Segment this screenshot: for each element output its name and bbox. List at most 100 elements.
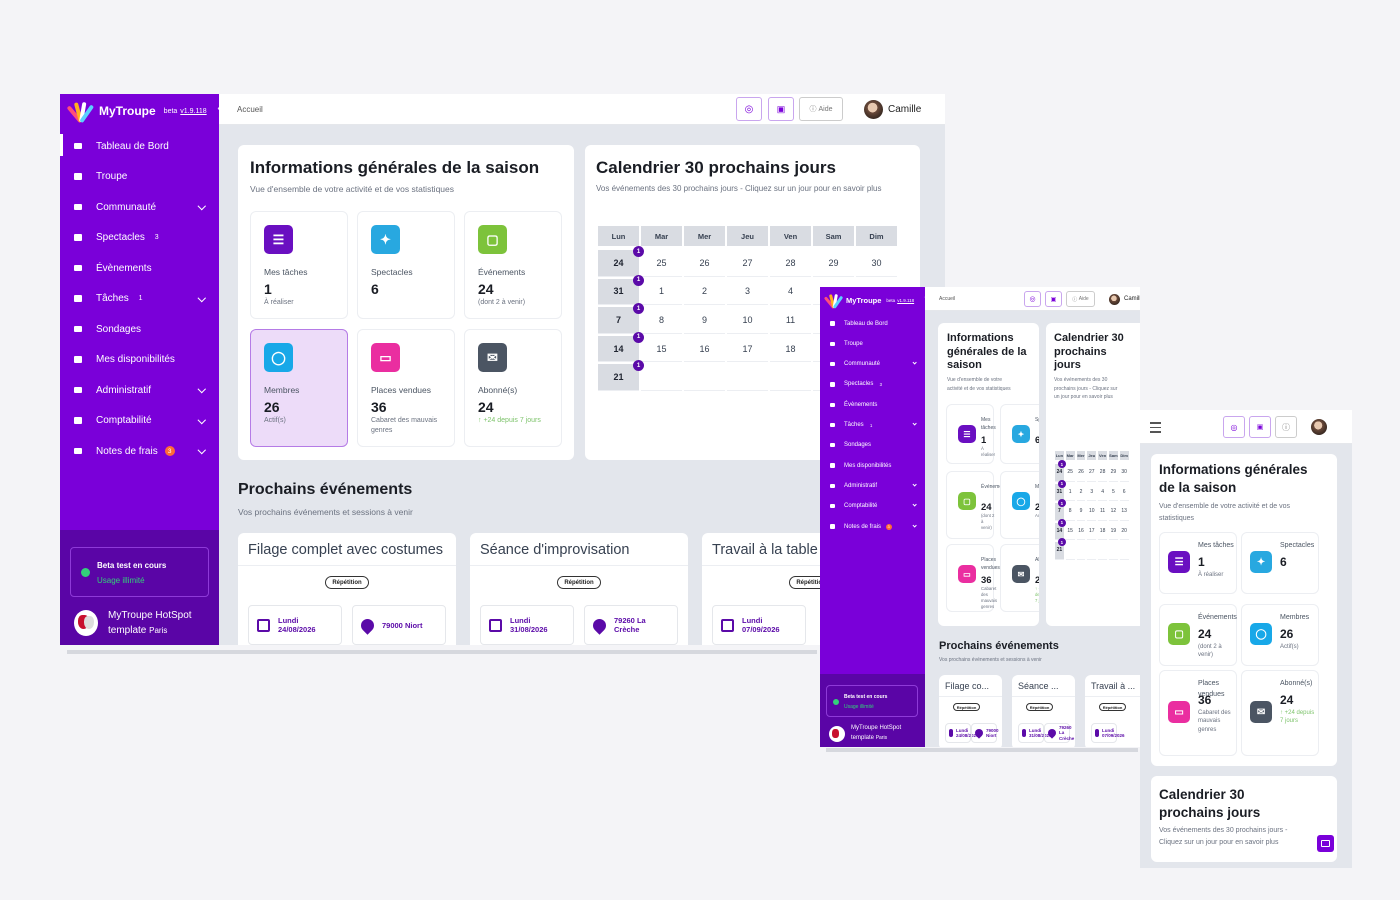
- calendar-day[interactable]: 18: [1098, 523, 1107, 540]
- sidebar-item-2[interactable]: Communauté: [830, 359, 917, 370]
- breadcrumb[interactable]: Accueil: [237, 105, 263, 114]
- calendar-day[interactable]: 19: [1109, 523, 1118, 540]
- sidebar-item-5[interactable]: Tâches 1: [830, 420, 917, 431]
- calendar-day[interactable]: 27: [727, 250, 768, 277]
- calendar-day[interactable]: 10: [1087, 503, 1097, 521]
- event-card[interactable]: Travail à ... Répétition Lundi 07/09/2026: [1085, 675, 1140, 747]
- sidebar-item-2[interactable]: Communauté: [74, 199, 206, 215]
- user-name[interactable]: Camille: [1124, 296, 1140, 302]
- calendar-day[interactable]: 2: [1076, 484, 1086, 501]
- event-card[interactable]: Séance d'improvisation Répétition Lundi 3…: [470, 533, 688, 645]
- help-button[interactable]: ⓘ Aide: [799, 97, 843, 121]
- calendar-day[interactable]: 28: [770, 250, 811, 277]
- calendar-day[interactable]: 10: [727, 307, 768, 334]
- sidebar-item-3[interactable]: Spectacles 3: [74, 230, 204, 246]
- sidebar-item-8[interactable]: Administratif: [74, 382, 206, 398]
- message-button[interactable]: [1317, 835, 1334, 852]
- calendar-day[interactable]: 20: [1119, 523, 1129, 540]
- stat-card-0[interactable]: ☰ Mes tâches 1 À réaliser: [946, 404, 996, 464]
- calendar-day[interactable]: 1: [1065, 484, 1075, 501]
- stat-card-2[interactable]: ▢ Événements 24 (dont 2 à venir): [946, 471, 1009, 539]
- calendar-day[interactable]: 5: [1109, 484, 1118, 501]
- version-link[interactable]: v1.9.118: [180, 108, 206, 115]
- stat-card-1[interactable]: ✦ Spectacles 6: [1000, 404, 1039, 464]
- stat-card-4[interactable]: ▭ Places vendues 36 Cabaret des mauvais …: [946, 544, 1000, 612]
- globe-icon[interactable]: ◎: [736, 97, 762, 121]
- sidebar-item-8[interactable]: Administratif: [830, 480, 917, 491]
- globe-icon[interactable]: ◎: [1223, 416, 1245, 438]
- calendar-day[interactable]: 30: [1119, 464, 1129, 482]
- calendar-day[interactable]: 15: [1065, 523, 1075, 540]
- calendar-day[interactable]: 26: [684, 250, 725, 277]
- calendar-day[interactable]: 11: [770, 307, 811, 334]
- calendar-day[interactable]: 29: [1109, 464, 1118, 482]
- sidebar-item-10[interactable]: Notes de frais 3: [830, 521, 917, 532]
- event-card[interactable]: Séance ... Répétition Lundi 31/08/2026 79…: [1012, 675, 1075, 747]
- version-link[interactable]: v1.9.118: [897, 298, 914, 303]
- sidebar-item-1[interactable]: Troupe: [830, 338, 916, 349]
- stat-card-3[interactable]: ◯ Membres 26 Actif(s): [1241, 604, 1319, 666]
- stat-card-3[interactable]: ◯ Membres 26 Actif(s): [250, 329, 348, 447]
- calendar-day[interactable]: 13: [1119, 503, 1129, 521]
- calendar-day[interactable]: 4: [770, 279, 811, 306]
- chevron-down-icon[interactable]: [197, 415, 206, 424]
- sidebar-item-10[interactable]: Notes de frais 3: [74, 443, 206, 459]
- event-card[interactable]: Filage co... Répétition Lundi 24/08/2026 …: [939, 675, 1002, 747]
- calendar-day[interactable]: [770, 364, 811, 391]
- sidebar-item-3[interactable]: Spectacles 3: [830, 379, 916, 390]
- calendar-day[interactable]: 2: [684, 279, 725, 306]
- calendar-day[interactable]: 28: [1098, 464, 1107, 482]
- stat-card-2[interactable]: ▢ Événements 24 (dont 2 à venir): [464, 211, 562, 319]
- sidebar-item-0[interactable]: Tableau de Bord: [74, 138, 204, 154]
- menu-icon[interactable]: [1150, 422, 1161, 436]
- calendar-day[interactable]: 12: [1109, 503, 1118, 521]
- calendar-day[interactable]: 26: [1076, 464, 1086, 482]
- avatar[interactable]: [1311, 419, 1327, 435]
- sidebar-item-6[interactable]: Sondages: [74, 321, 204, 337]
- user-name[interactable]: Camille: [888, 104, 921, 115]
- chevron-down-icon[interactable]: [197, 445, 206, 454]
- sidebar-item-7[interactable]: Mes disponibilités: [74, 352, 204, 368]
- breadcrumb[interactable]: Accueil: [939, 296, 955, 302]
- stat-card-5[interactable]: ✉ Abonné(s) 24 ↑ +24 depuis 7 jours: [1241, 670, 1319, 756]
- calendar-day[interactable]: 3: [727, 279, 768, 306]
- calendar-day[interactable]: [641, 364, 682, 391]
- chevron-down-icon[interactable]: [197, 201, 206, 210]
- stat-card-4[interactable]: ▭ Places vendues 36 Cabaret des mauvais …: [357, 329, 455, 447]
- stat-card-0[interactable]: ☰ Mes tâches 1 À réaliser: [250, 211, 348, 319]
- calendar-day[interactable]: 8: [1065, 503, 1075, 521]
- calendar-day[interactable]: 6: [1119, 484, 1129, 501]
- calendar-day[interactable]: 17: [1087, 523, 1097, 540]
- sidebar-item-7[interactable]: Mes disponibilités: [830, 460, 916, 471]
- help-icon[interactable]: ⓘ: [1275, 416, 1297, 438]
- chevron-down-icon[interactable]: [912, 523, 917, 528]
- sidebar-item-4[interactable]: Évènements: [74, 260, 204, 276]
- calendar-day[interactable]: 16: [1076, 523, 1086, 540]
- chevron-down-icon[interactable]: [912, 421, 917, 427]
- calendar-day[interactable]: 16: [684, 336, 725, 363]
- stat-card-1[interactable]: ✦ Spectacles 6: [357, 211, 455, 319]
- chevron-down-icon[interactable]: [197, 384, 206, 393]
- chevron-down-icon[interactable]: [912, 502, 917, 508]
- chevron-down-icon[interactable]: [912, 360, 917, 366]
- calendar-day[interactable]: 11: [1098, 503, 1107, 521]
- calendar-day[interactable]: 3: [1087, 484, 1097, 501]
- calendar-day[interactable]: 4: [1098, 484, 1107, 501]
- calendar-day[interactable]: 1: [641, 279, 682, 306]
- calendar-day[interactable]: [684, 364, 725, 391]
- help-button[interactable]: ⓘ Aide: [1066, 291, 1095, 307]
- sidebar-item-6[interactable]: Sondages: [830, 440, 916, 451]
- chevron-down-icon[interactable]: [197, 293, 206, 302]
- brand[interactable]: MyTroupe beta v1.9.118: [823, 293, 914, 309]
- stat-card-1[interactable]: ✦ Spectacles 6: [1241, 532, 1319, 594]
- calendar-day[interactable]: 27: [1087, 464, 1097, 482]
- calendar-icon[interactable]: ▣: [1249, 416, 1271, 438]
- sidebar-item-4[interactable]: Évènements: [830, 399, 916, 410]
- sidebar-item-0[interactable]: Tableau de Bord: [830, 318, 916, 329]
- calendar-day[interactable]: [1087, 542, 1097, 560]
- stat-card-0[interactable]: ☰ Mes tâches 1 À réaliser: [1159, 532, 1237, 594]
- calendar-day[interactable]: 29: [813, 250, 854, 277]
- calendar-day[interactable]: 9: [684, 307, 725, 334]
- calendar-day[interactable]: 30: [856, 250, 897, 277]
- stat-card-3[interactable]: ◯ Membres 26 Actif(s): [1000, 471, 1039, 539]
